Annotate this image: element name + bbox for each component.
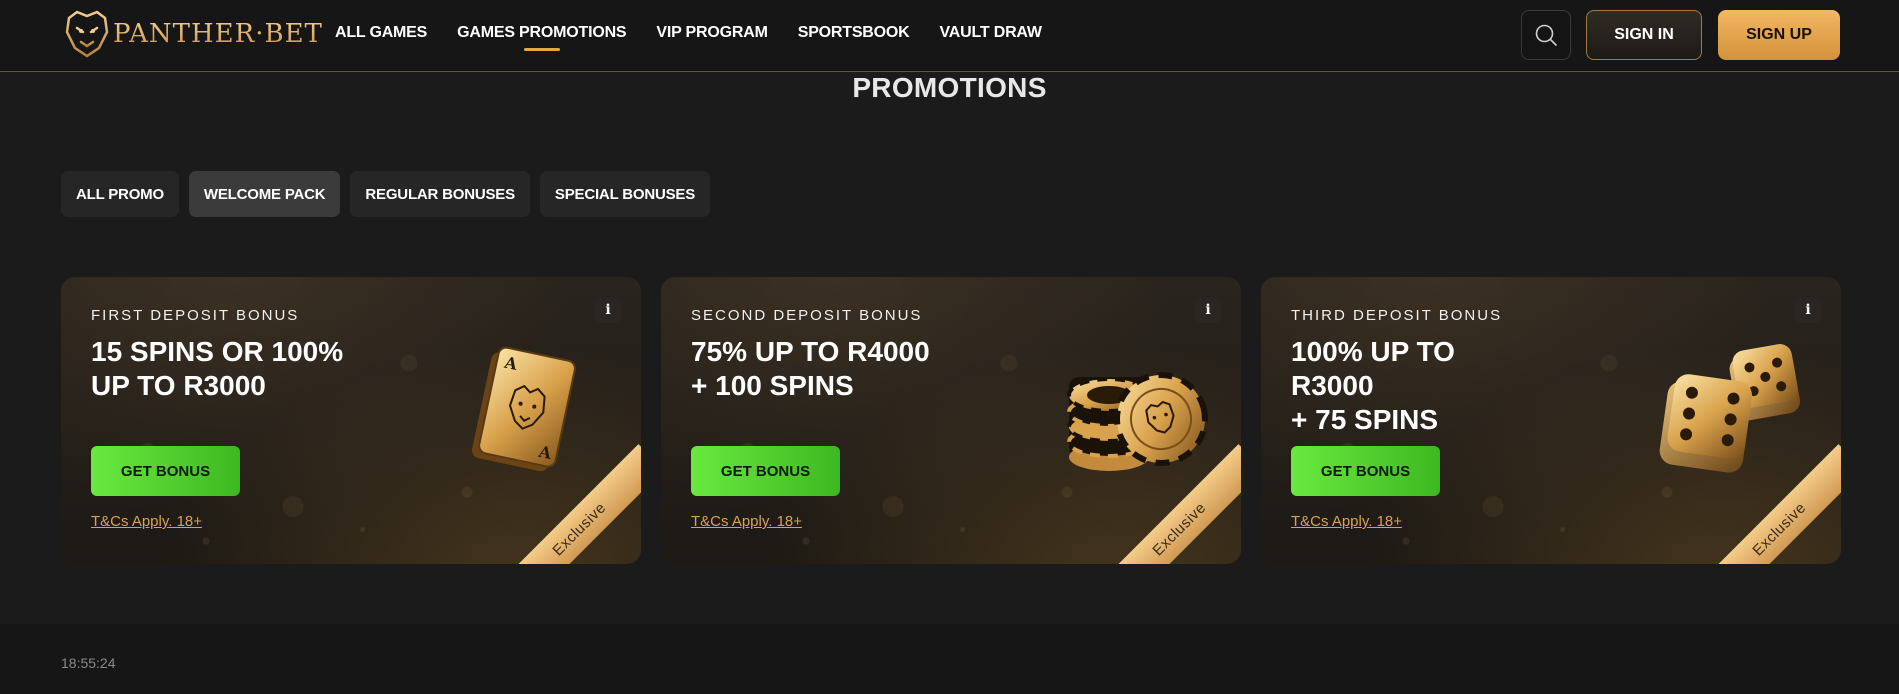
site-header: PANTHER·BET ALL GAMES GAMES PROMOTIONS V…: [0, 0, 1899, 72]
sign-in-button[interactable]: SIGN IN: [1586, 10, 1702, 60]
promo-card-title: 15 SPINS OR 100% UP TO R3000: [91, 336, 344, 401]
promo-card-first-deposit: FIRST DEPOSIT BONUS 15 SPINS OR 100% UP …: [61, 277, 641, 564]
get-bonus-button[interactable]: GET BONUS: [691, 446, 840, 496]
promo-card-second-deposit: SECOND DEPOSIT BONUS 75% UP TO R4000 + 1…: [661, 277, 1241, 564]
golden-dice-icon: [1659, 344, 1800, 473]
info-icon: i: [1805, 302, 1811, 318]
golden-casino-chips-icon: [1067, 372, 1208, 471]
tab-all-promo[interactable]: ALL PROMO: [61, 171, 179, 217]
panther-head-icon: [65, 10, 109, 58]
tab-welcome-pack[interactable]: WELCOME PACK: [188, 171, 341, 217]
get-bonus-button[interactable]: GET BONUS: [91, 446, 240, 496]
promo-card-subtitle: FIRST DEPOSIT BONUS: [91, 307, 300, 324]
search-icon: [1535, 24, 1557, 46]
promo-filter-tabs: ALL PROMO WELCOME PACK REGULAR BONUSES S…: [61, 171, 720, 217]
brand-logo[interactable]: PANTHER·BET: [61, 8, 323, 60]
info-button[interactable]: i: [1195, 297, 1221, 323]
promo-card-title: 75% UP TO R4000 + 100 SPINS: [691, 336, 930, 401]
nav-sportsbook[interactable]: SPORTSBOOK: [798, 0, 910, 72]
info-button[interactable]: i: [1795, 297, 1821, 323]
promo-card-subtitle: THIRD DEPOSIT BONUS: [1291, 307, 1503, 324]
main-nav: ALL GAMES GAMES PROMOTIONS VIP PROGRAM S…: [335, 0, 1072, 72]
tab-regular-bonuses[interactable]: REGULAR BONUSES: [350, 171, 530, 217]
nav-games-promotions[interactable]: GAMES PROMOTIONS: [457, 0, 627, 72]
nav-all-games[interactable]: ALL GAMES: [335, 0, 427, 72]
search-button[interactable]: [1521, 10, 1571, 60]
brand-name: PANTHER·BET: [113, 19, 323, 49]
info-icon: i: [1205, 302, 1211, 318]
golden-playing-cards-icon: A A: [472, 346, 576, 472]
terms-link[interactable]: T&Cs Apply. 18+: [91, 513, 202, 530]
site-footer: 18:55:24: [0, 624, 1899, 694]
footer-clock: 18:55:24: [61, 655, 116, 671]
promo-card-title: 100% UP TO R3000 + 75 SPINS: [1291, 336, 1455, 435]
terms-link[interactable]: T&Cs Apply. 18+: [1291, 513, 1402, 530]
tab-special-bonuses[interactable]: SPECIAL BONUSES: [539, 171, 711, 217]
terms-link[interactable]: T&Cs Apply. 18+: [691, 513, 802, 530]
sign-up-button[interactable]: SIGN UP: [1718, 10, 1840, 60]
info-icon: i: [605, 302, 611, 318]
nav-vault-draw[interactable]: VAULT DRAW: [940, 0, 1042, 72]
page-title: PROMOTIONS: [852, 72, 1047, 103]
get-bonus-button[interactable]: GET BONUS: [1291, 446, 1440, 496]
info-button[interactable]: i: [595, 297, 621, 323]
nav-vip-program[interactable]: VIP PROGRAM: [656, 0, 768, 72]
promo-card-subtitle: SECOND DEPOSIT BONUS: [691, 307, 923, 324]
promo-card-third-deposit: THIRD DEPOSIT BONUS 100% UP TO R3000 + 7…: [1261, 277, 1841, 564]
